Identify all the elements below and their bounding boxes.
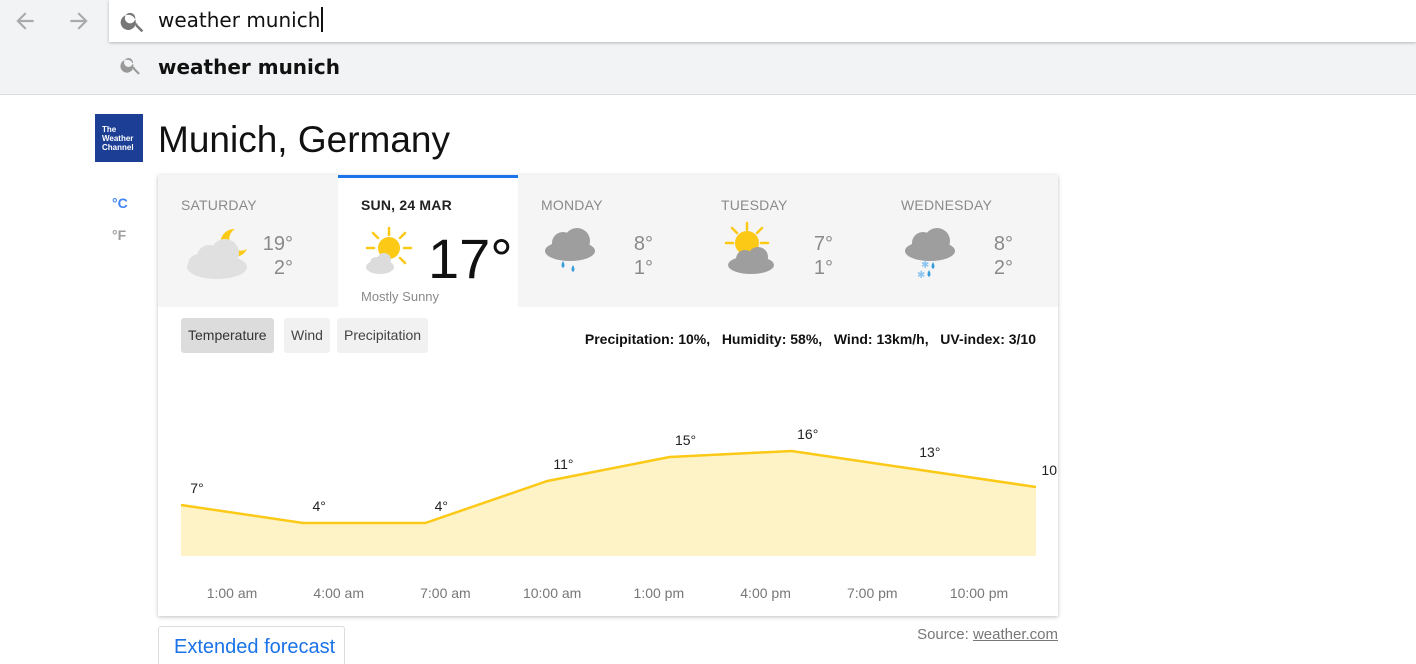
hour-tick-label: 7:00 pm <box>846 585 898 601</box>
temperature-chart: 7° 4° 4° 11° 15° 16° 13° 10° <box>180 426 1058 556</box>
fahrenheit-toggle[interactable]: °F <box>112 227 126 243</box>
search-suggestion[interactable]: weather munich <box>109 48 1416 86</box>
weather-channel-logo[interactable]: The Weather Channel <box>95 114 143 162</box>
search-box[interactable]: weather munich <box>109 0 1416 42</box>
location-title: Munich, Germany <box>158 119 450 160</box>
forward-button[interactable] <box>64 6 94 36</box>
temperature-value-label: 4° <box>435 498 448 514</box>
arrow-left-icon <box>16 12 34 30</box>
source-attribution: Source: weather.com <box>917 626 1058 643</box>
temperature-area <box>181 451 1036 556</box>
hour-tick-label: 4:00 am <box>313 585 364 601</box>
text-caret <box>321 7 324 32</box>
celsius-toggle[interactable]: °C <box>112 195 128 211</box>
weather-card: SATURDAY 19° 2° SUN, 24 MAR 17° Mostly S… <box>158 175 1058 616</box>
suggestion-text: weather munich <box>158 55 340 79</box>
temperature-value-label: 11° <box>553 456 573 472</box>
search-icon <box>120 58 140 75</box>
temperature-value-label: 10° <box>1041 462 1058 478</box>
temperature-value-label: 4° <box>312 498 325 514</box>
extended-forecast-button[interactable]: Extended forecast <box>158 626 345 664</box>
search-icon <box>120 12 144 33</box>
back-button[interactable] <box>10 6 40 36</box>
hour-axis: 1:00 am 4:00 am 7:00 am 10:00 am 1:00 pm 4:00… <box>158 585 1058 605</box>
hour-tick-label: 10:00 pm <box>949 585 1009 601</box>
hour-tick-label: 4:00 pm <box>740 585 791 601</box>
temperature-value-label: 16° <box>797 426 818 442</box>
search-input[interactable]: weather munich <box>158 7 324 32</box>
hour-tick-label: 7:00 am <box>420 585 471 601</box>
temperature-value-label: 7° <box>190 480 203 496</box>
browser-toolbar: weather munich weather munich <box>0 0 1416 95</box>
hour-tick-label: 1:00 pm <box>633 585 685 601</box>
source-label: Source: <box>917 626 969 643</box>
search-query: weather munich <box>158 8 321 32</box>
temperature-value-label: 13° <box>919 444 940 460</box>
hour-tick-label: 10:00 am <box>522 585 582 601</box>
temperature-value-label: 15° <box>675 432 696 448</box>
arrow-right-icon <box>70 12 88 30</box>
source-link[interactable]: weather.com <box>973 626 1058 643</box>
hour-tick-label: 1:00 am <box>206 585 258 601</box>
